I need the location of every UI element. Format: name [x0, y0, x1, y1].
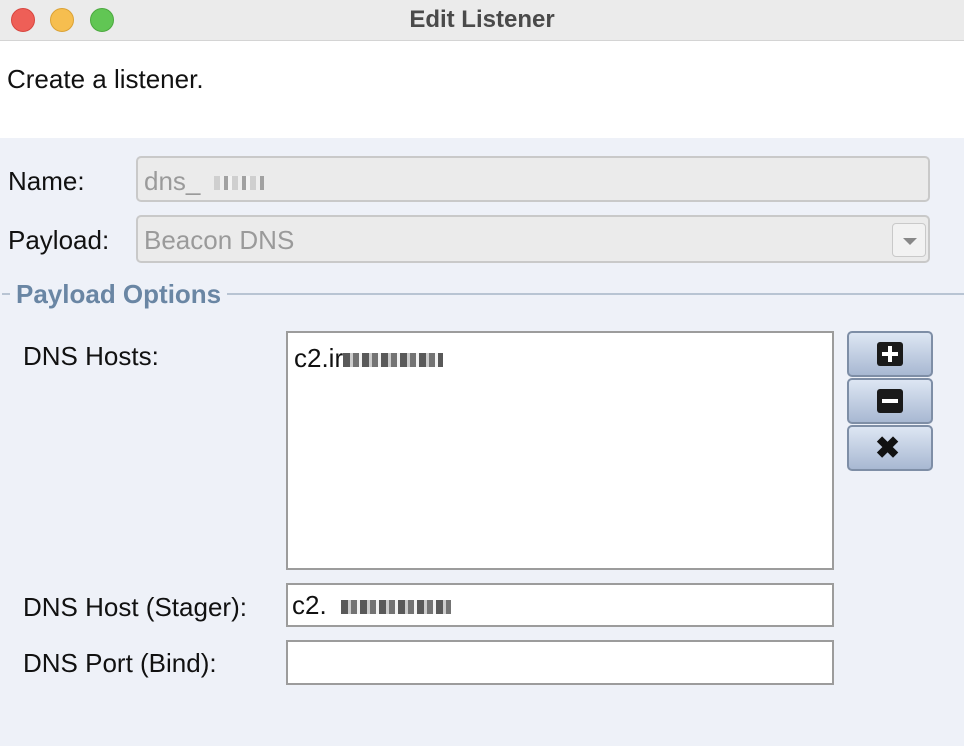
- minus-icon: [877, 389, 903, 413]
- redacted-region: [340, 600, 451, 615]
- dropdown-arrow[interactable]: [892, 223, 926, 257]
- redacted-region: [214, 176, 265, 191]
- name-value: dns_: [144, 166, 201, 196]
- redacted-region: [343, 353, 444, 368]
- dns-hosts-list[interactable]: c2.ir: [286, 331, 834, 570]
- payload-label: Payload:: [8, 225, 110, 255]
- description-panel: Create a listener.: [0, 41, 964, 138]
- payload-options-title: Payload Options: [10, 279, 228, 310]
- description-text: Create a listener.: [7, 64, 204, 94]
- payload-value: Beacon DNS: [144, 225, 295, 255]
- name-field[interactable]: dns_: [136, 156, 930, 202]
- remove-host-button[interactable]: [847, 378, 933, 424]
- dns-hosts-label: DNS Hosts:: [23, 341, 159, 371]
- dns-port-bind-field[interactable]: [286, 640, 834, 685]
- dns-host-stager-label: DNS Host (Stager):: [23, 592, 247, 622]
- dns-host-stager-value: c2.: [292, 590, 327, 620]
- chevron-down-icon: [903, 238, 917, 245]
- add-host-button[interactable]: [847, 331, 933, 377]
- window-title: Edit Listener: [409, 6, 555, 33]
- dns-port-bind-label: DNS Port (Bind):: [23, 648, 217, 678]
- clear-hosts-button[interactable]: ✖: [847, 425, 933, 471]
- dns-host-stager-field[interactable]: c2.: [286, 583, 834, 627]
- name-label: Name:: [8, 166, 85, 196]
- payload-select[interactable]: Beacon DNS: [136, 215, 930, 263]
- list-item[interactable]: c2.ir: [294, 343, 444, 374]
- plus-icon: [877, 342, 903, 366]
- x-icon: ✖: [875, 432, 901, 465]
- title-bar: Edit Listener: [0, 0, 964, 41]
